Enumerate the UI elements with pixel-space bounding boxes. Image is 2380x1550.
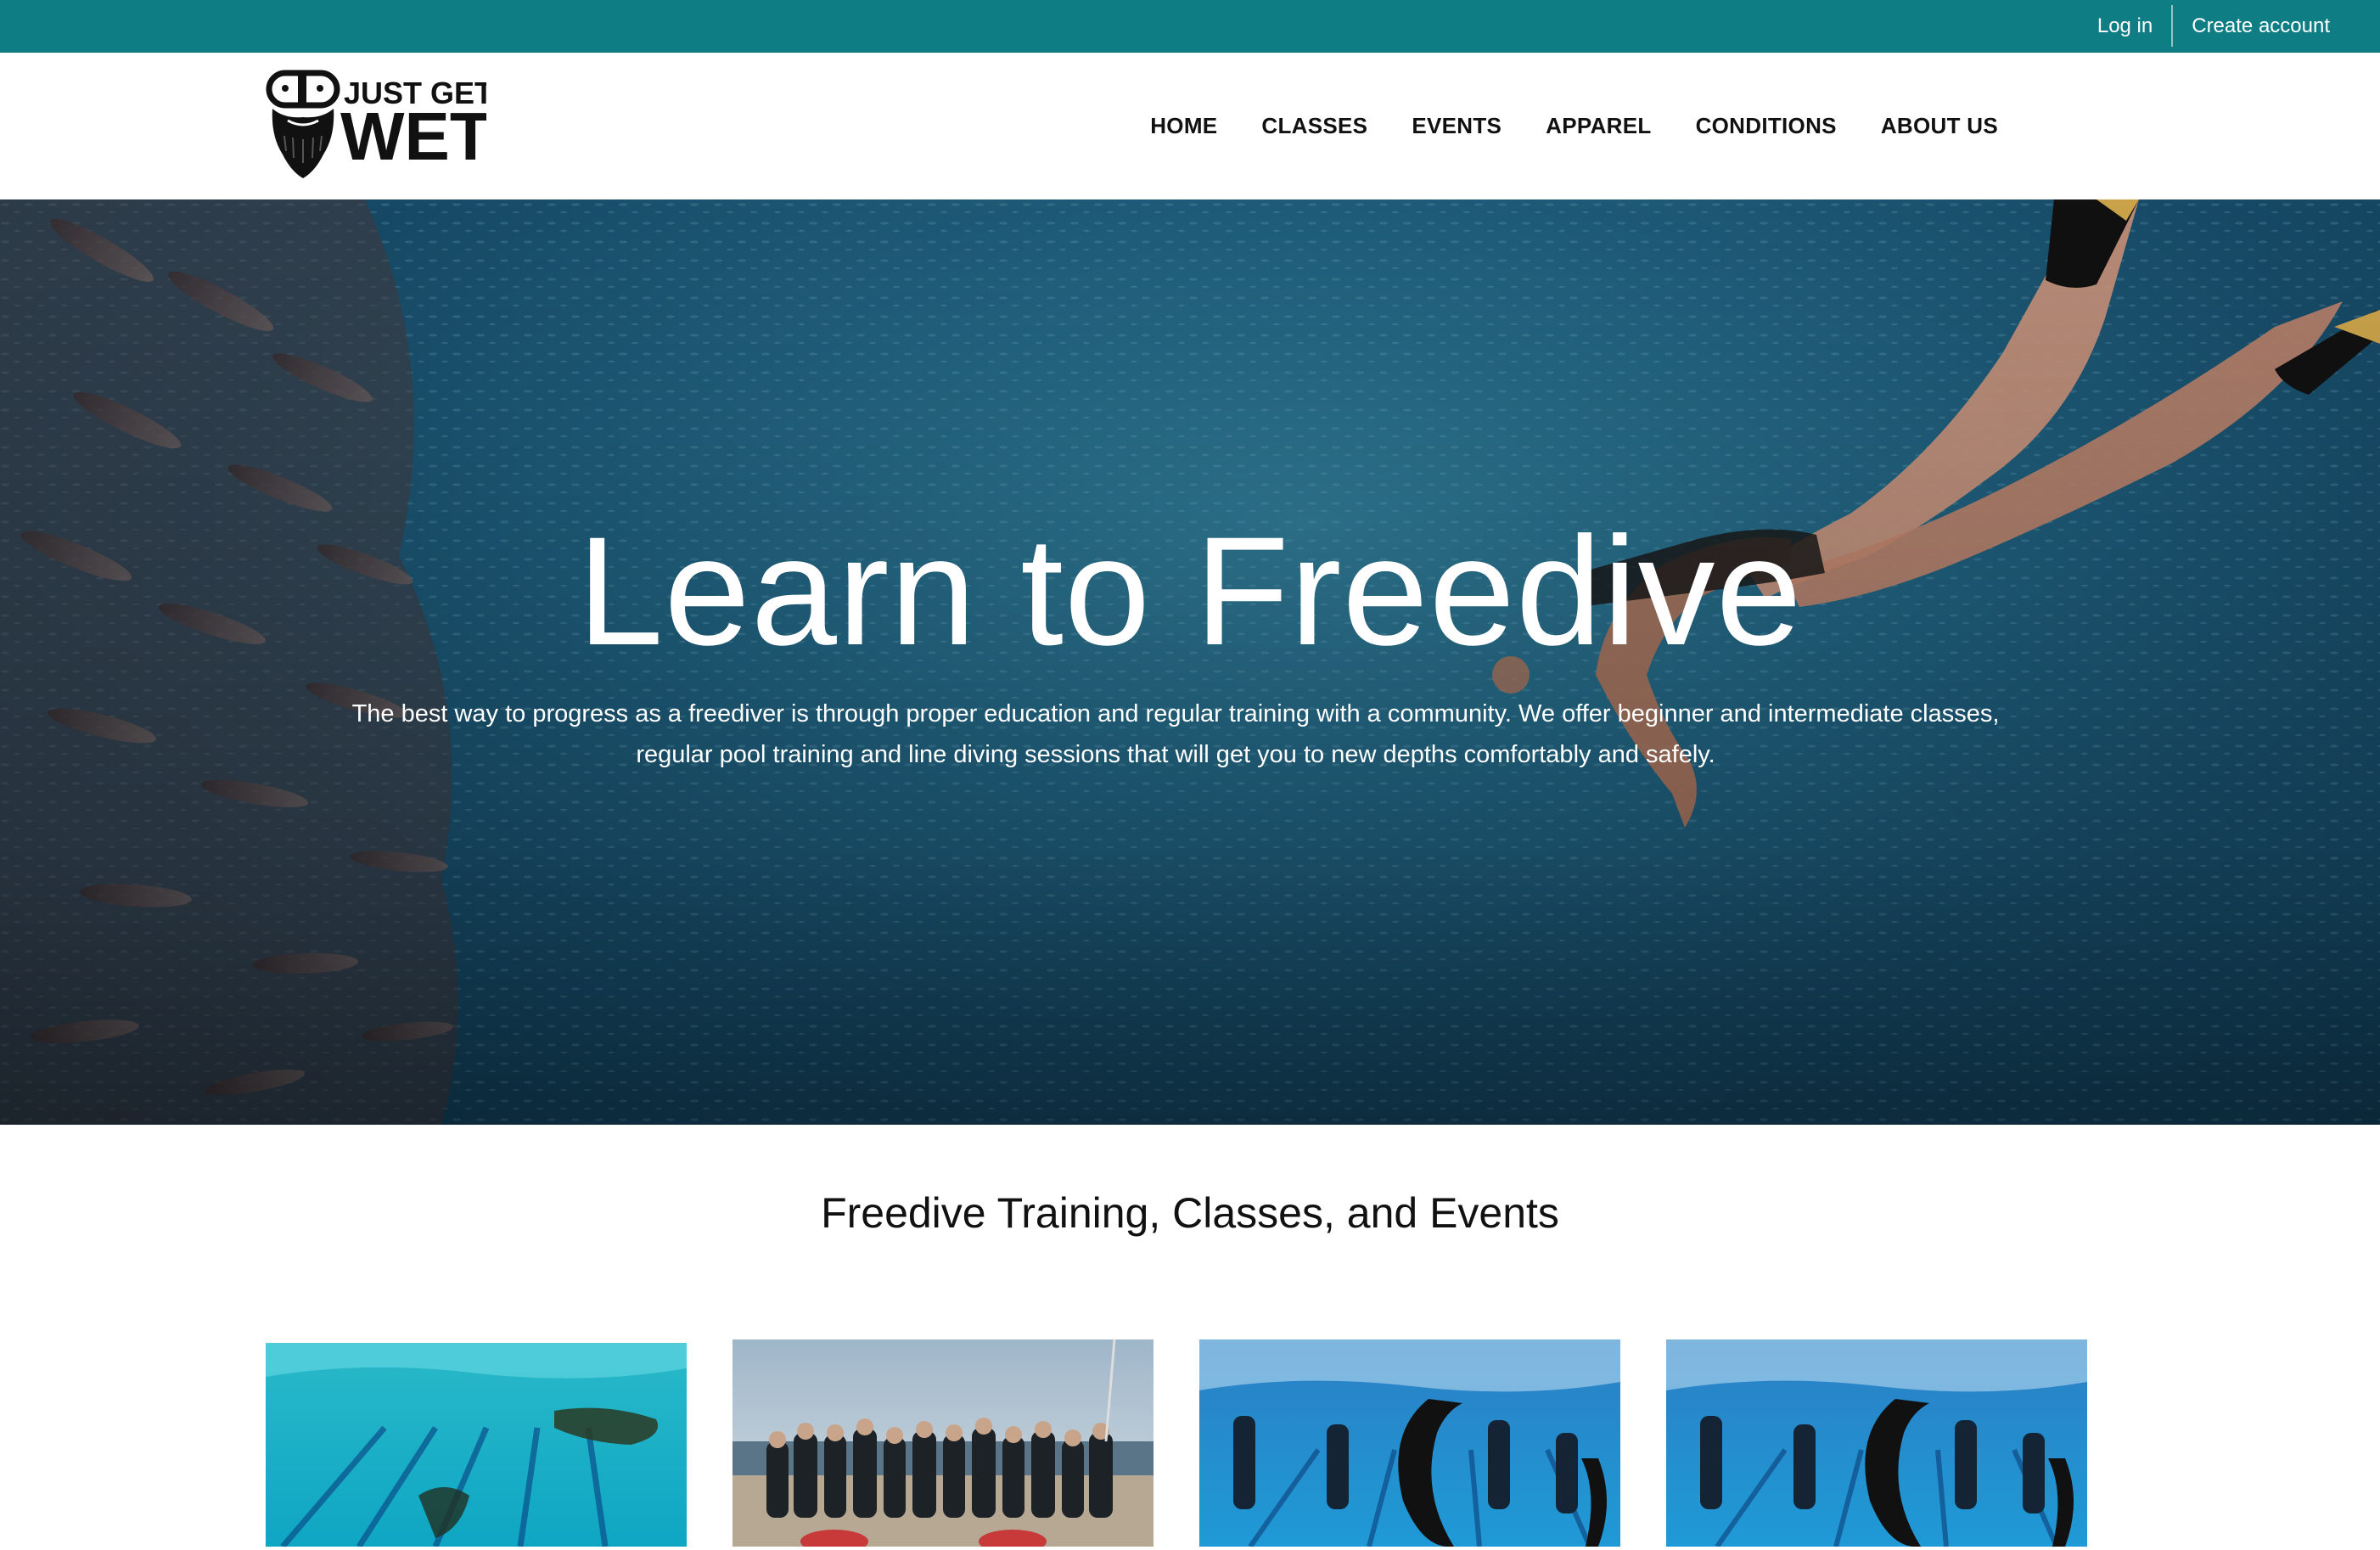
nav-conditions[interactable]: CONDITIONS [1696, 113, 1837, 139]
login-link[interactable]: Log in [2079, 0, 2171, 52]
hero-banner: Learn to Freedive The best way to progre… [0, 199, 2380, 1125]
card-beach-group[interactable] [733, 1339, 1154, 1547]
nav-home[interactable]: HOME [1150, 113, 1217, 139]
nav-events[interactable]: EVENTS [1412, 113, 1502, 139]
nav-apparel[interactable]: APPAREL [1546, 113, 1651, 139]
logo-line2: WET [340, 98, 486, 174]
top-utility-bar: Log in Create account [0, 0, 2380, 53]
main-nav: HOME CLASSES EVENTS APPAREL CONDITIONS A… [1106, 53, 1998, 199]
account-links: Log in Create account [2079, 0, 2349, 52]
create-account-link[interactable]: Create account [2173, 0, 2349, 52]
section-title: Freedive Training, Classes, and Events [821, 1189, 1559, 1237]
site-header: JUST GET WET HOME CLASSES EVENTS APPAREL… [0, 53, 2380, 199]
beach-group-photo [733, 1339, 1154, 1547]
hero-title: Learn to Freedive [577, 504, 1803, 677]
card-monofin-training[interactable] [1199, 1339, 1620, 1547]
nav-classes[interactable]: CLASSES [1261, 113, 1367, 139]
hero-subtitle: The best way to progress as a freediver … [351, 700, 2000, 768]
pool-freediver-photo [266, 1343, 687, 1547]
nav-about-us[interactable]: ABOUT US [1881, 113, 1998, 139]
site-logo[interactable]: JUST GET WET [266, 70, 486, 180]
card-monofin-class[interactable] [1666, 1339, 2087, 1547]
monofin-pool-photo [1199, 1339, 1620, 1547]
card-pool-training[interactable] [266, 1343, 687, 1550]
monofin-pool-photo [1666, 1339, 2087, 1547]
diver-mask-icon [266, 70, 340, 178]
